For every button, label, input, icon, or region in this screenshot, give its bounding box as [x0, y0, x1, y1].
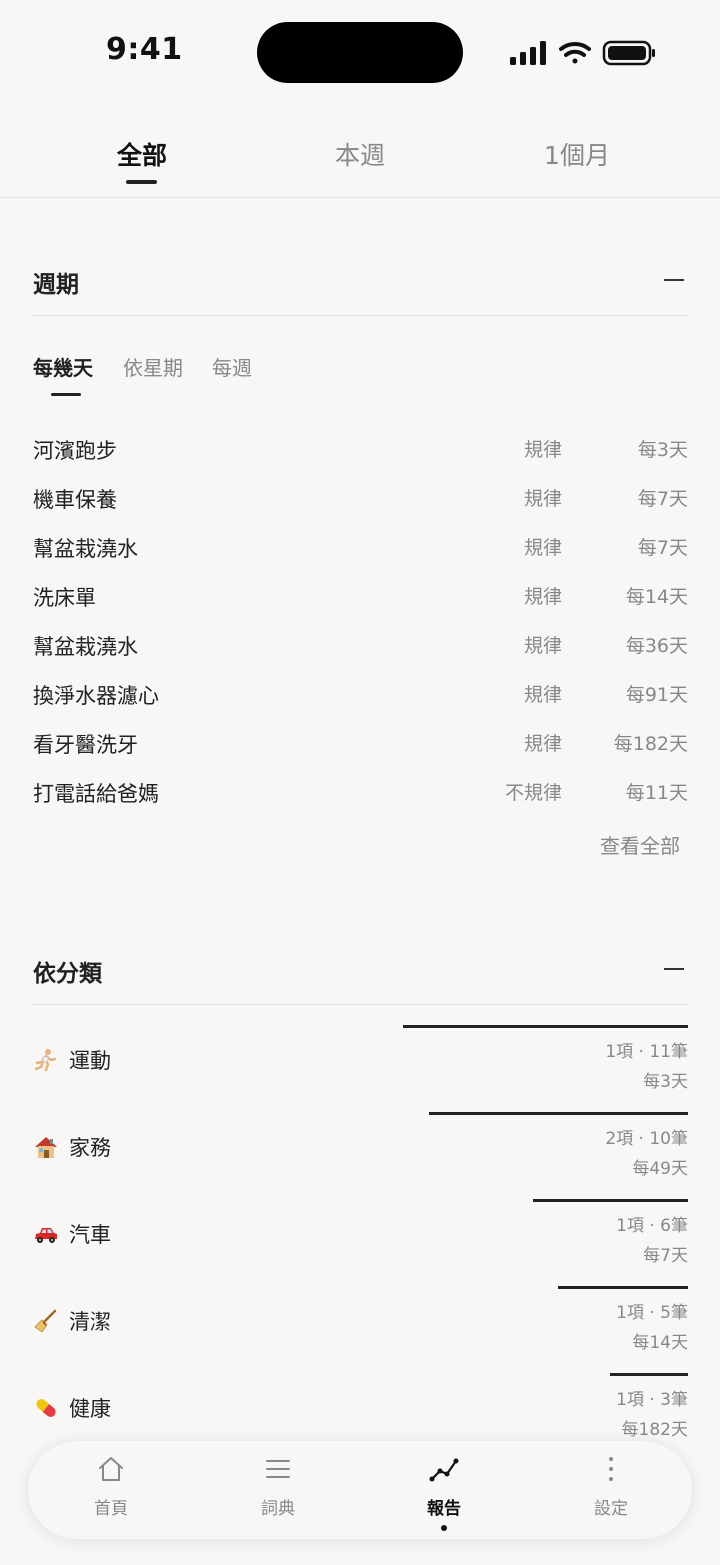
- cycle-row[interactable]: 幫盆栽澆水 規律 每36天: [33, 627, 688, 663]
- cycle-frequency: 每7天: [637, 488, 688, 510]
- cycle-frequency: 每11天: [625, 782, 688, 804]
- nav-report[interactable]: 報告: [374, 1441, 514, 1541]
- tab-one-month[interactable]: 1個月: [497, 136, 657, 172]
- sub-tab-by-weekday[interactable]: 依星期: [123, 352, 183, 381]
- active-tab-indicator: [126, 180, 157, 184]
- cycle-frequency: 每91天: [625, 684, 688, 706]
- nav-settings[interactable]: 設定: [541, 1441, 681, 1541]
- cycle-type: 規律: [523, 733, 562, 755]
- category-row[interactable]: 清潔 1項 · 5筆 每14天: [33, 1286, 688, 1371]
- car-icon: [35, 1228, 57, 1243]
- cycle-row[interactable]: 換淨水器濾心 規律 每91天: [33, 676, 688, 712]
- list-icon: [266, 1460, 290, 1478]
- category-share-bar: [403, 1025, 688, 1028]
- category-stats: 2項 · 10筆: [605, 1129, 688, 1149]
- cycle-row[interactable]: 洗床單 規律 每14天: [33, 578, 688, 614]
- tab-all[interactable]: 全部: [62, 136, 222, 172]
- status-time: 9:41: [106, 32, 183, 67]
- cycle-type: 規律: [523, 684, 562, 706]
- cycle-sub-tabs: 每幾天 依星期 每週: [33, 352, 333, 402]
- nav-label: 設定: [594, 1499, 628, 1519]
- cycle-name: 洗床單: [33, 586, 96, 610]
- bottom-nav: 首頁 詞典 報告 設定: [27, 1440, 693, 1540]
- cycle-frequency: 每182天: [613, 733, 688, 755]
- chart-line-icon: [429, 1458, 459, 1482]
- home-icon: [99, 1457, 123, 1481]
- category-section-title: 依分類: [33, 961, 102, 987]
- collapse-icon[interactable]: [664, 968, 684, 970]
- category-name: 運動: [69, 1049, 111, 1073]
- category-row[interactable]: 汽車 1項 · 6筆 每7天: [33, 1199, 688, 1284]
- cycle-name: 機車保養: [33, 488, 117, 512]
- more-icon: [609, 1457, 613, 1481]
- category-frequency: 每7天: [643, 1246, 688, 1266]
- cycle-frequency: 每3天: [637, 439, 688, 461]
- category-row[interactable]: 運動 1項 · 11筆 每3天: [33, 1025, 688, 1110]
- collapse-icon[interactable]: [664, 279, 684, 281]
- category-stats: 1項 · 3筆: [616, 1390, 688, 1410]
- cycle-row[interactable]: 看牙醫洗牙 規律 每182天: [33, 725, 688, 761]
- house-icon: [35, 1137, 57, 1158]
- category-frequency: 每14天: [632, 1333, 688, 1353]
- category-name: 健康: [69, 1397, 111, 1421]
- cycle-type: 規律: [523, 439, 562, 461]
- dynamic-island: [257, 22, 463, 83]
- nav-label: 詞典: [261, 1499, 295, 1519]
- cycle-name: 幫盆栽澆水: [33, 635, 138, 659]
- cycle-type: 規律: [523, 635, 562, 657]
- nav-dictionary[interactable]: 詞典: [208, 1441, 348, 1541]
- cycle-frequency: 每7天: [637, 537, 688, 559]
- category-share-bar: [429, 1112, 688, 1115]
- tab-this-week[interactable]: 本週: [280, 136, 440, 172]
- category-frequency: 每3天: [643, 1072, 688, 1092]
- category-stats: 1項 · 5筆: [616, 1303, 688, 1323]
- active-sub-tab-indicator: [51, 393, 81, 396]
- cycle-name: 幫盆栽澆水: [33, 537, 138, 561]
- category-share-bar: [610, 1373, 688, 1376]
- divider: [33, 315, 688, 316]
- cycle-row[interactable]: 機車保養 規律 每7天: [33, 480, 688, 516]
- pill-icon: [36, 1399, 56, 1417]
- battery-icon: [602, 40, 655, 66]
- category-row[interactable]: 家務 2項 · 10筆 每49天: [33, 1112, 688, 1197]
- category-frequency: 每49天: [632, 1159, 688, 1179]
- status-icons: [510, 40, 655, 66]
- category-name: 汽車: [69, 1223, 111, 1247]
- nav-home[interactable]: 首頁: [41, 1441, 181, 1541]
- sub-tab-every-n-days[interactable]: 每幾天: [33, 352, 93, 381]
- cycle-frequency: 每14天: [625, 586, 688, 608]
- cycle-row[interactable]: 幫盆栽澆水 規律 每7天: [33, 529, 688, 565]
- signal-icon: [510, 41, 546, 65]
- cycle-type: 規律: [523, 537, 562, 559]
- category-stats: 1項 · 11筆: [605, 1042, 688, 1062]
- cycle-name: 打電話給爸媽: [33, 782, 159, 806]
- cycle-name: 看牙醫洗牙: [33, 733, 138, 757]
- category-share-bar: [532, 1199, 688, 1202]
- period-tabs: 全部 本週 1個月: [0, 110, 720, 198]
- cycle-frequency: 每36天: [625, 635, 688, 657]
- cycle-row[interactable]: 河濱跑步 規律 每3天: [33, 431, 688, 467]
- wifi-icon: [559, 41, 591, 64]
- nav-label: 報告: [427, 1499, 461, 1519]
- runner-icon: [34, 1049, 57, 1072]
- category-name: 家務: [69, 1136, 111, 1160]
- category-frequency: 每182天: [621, 1420, 688, 1440]
- cycle-type: 規律: [523, 488, 562, 510]
- cycle-row[interactable]: 打電話給爸媽 不規律 每11天: [33, 774, 688, 810]
- cycle-name: 河濱跑步: [33, 439, 117, 463]
- category-stats: 1項 · 6筆: [616, 1216, 688, 1236]
- category-name: 清潔: [69, 1310, 111, 1334]
- cycle-type: 不規律: [504, 782, 562, 804]
- broom-icon: [34, 1309, 57, 1333]
- nav-label: 首頁: [94, 1499, 128, 1519]
- sub-tab-weekly[interactable]: 每週: [212, 352, 252, 381]
- divider: [33, 1004, 688, 1005]
- category-share-bar: [558, 1286, 688, 1289]
- view-all-link[interactable]: 查看全部: [600, 830, 680, 859]
- cycle-type: 規律: [523, 586, 562, 608]
- cycle-name: 換淨水器濾心: [33, 684, 159, 708]
- cycle-section-title: 週期: [33, 272, 79, 298]
- active-nav-dot: [441, 1525, 447, 1531]
- status-bar: 9:41: [0, 0, 720, 100]
